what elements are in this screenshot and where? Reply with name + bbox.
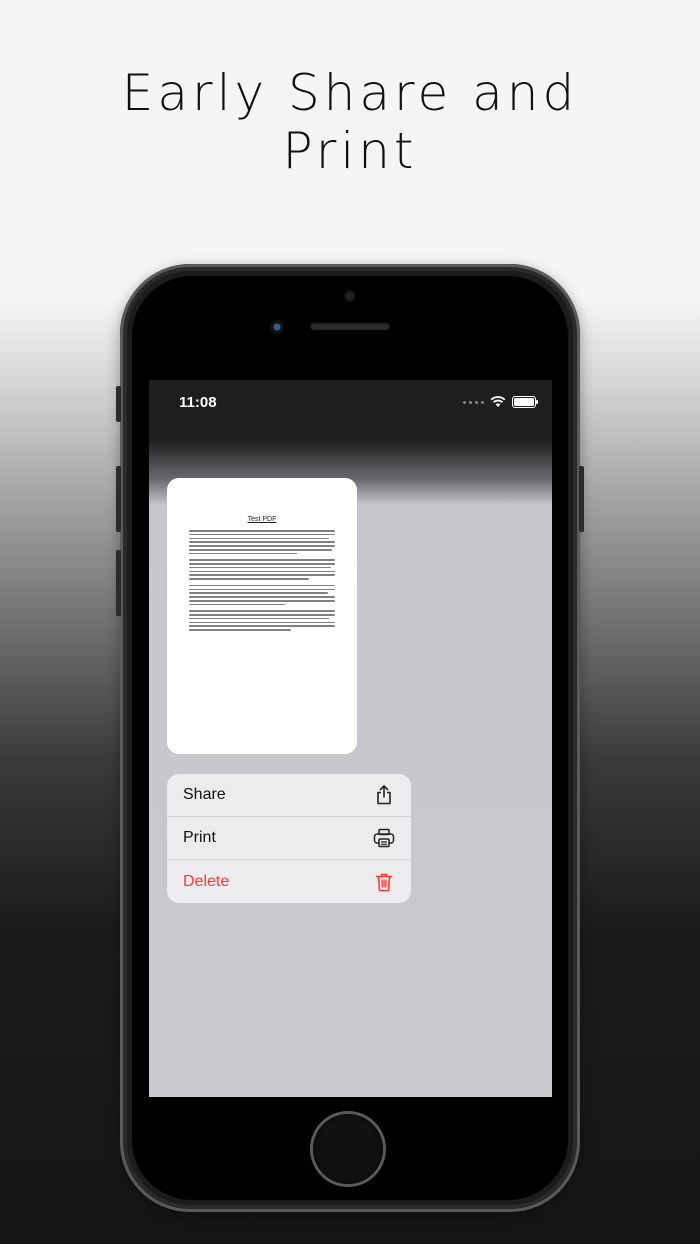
print-menu-item[interactable]: Print bbox=[167, 817, 411, 860]
pdf-title: Test PDF bbox=[247, 516, 277, 523]
home-button[interactable] bbox=[313, 1114, 383, 1184]
front-camera-icon bbox=[270, 320, 284, 334]
share-icon bbox=[373, 784, 395, 806]
headline-line-2: Print bbox=[282, 122, 418, 180]
status-time: 11:08 bbox=[179, 394, 217, 411]
phone-screen: 11:08 Test PDF Share Print Delete bbox=[149, 380, 552, 1097]
pdf-body-text bbox=[189, 530, 335, 636]
status-icons bbox=[463, 396, 538, 408]
print-label: Print bbox=[183, 829, 216, 846]
delete-label: Delete bbox=[183, 872, 230, 890]
volume-down-button bbox=[116, 550, 121, 616]
share-menu-item[interactable]: Share bbox=[167, 774, 411, 817]
share-label: Share bbox=[183, 786, 226, 803]
proximity-sensor bbox=[346, 292, 354, 300]
delete-menu-item[interactable]: Delete bbox=[167, 860, 411, 903]
signal-icon bbox=[463, 400, 484, 404]
volume-up-button bbox=[116, 466, 121, 532]
headline-line-1: Early Share and bbox=[121, 64, 579, 122]
headline: Early Share and Print bbox=[0, 64, 700, 180]
power-button bbox=[579, 466, 584, 532]
pdf-preview[interactable]: Test PDF bbox=[167, 478, 357, 754]
wifi-icon bbox=[490, 396, 506, 407]
earpiece-speaker bbox=[310, 322, 390, 330]
battery-icon bbox=[512, 396, 538, 408]
mute-switch bbox=[116, 386, 121, 422]
printer-icon bbox=[373, 827, 395, 849]
context-menu: Share Print Delete bbox=[167, 774, 411, 903]
trash-icon bbox=[373, 871, 395, 893]
